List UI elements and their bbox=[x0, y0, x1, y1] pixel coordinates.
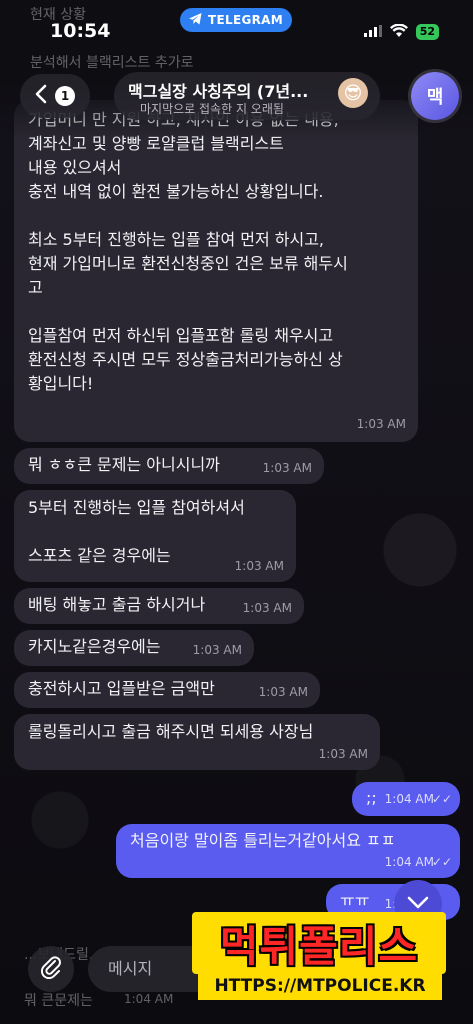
telegram-pill[interactable]: TELEGRAM bbox=[180, 8, 292, 32]
chevron-down-icon bbox=[407, 895, 429, 914]
message-text: 가입머니 만 지원 하고, 재사인 이용 없는 내용, 계좌신고 및 양빵 로얄… bbox=[28, 110, 348, 393]
paperclip-icon bbox=[40, 955, 62, 983]
chat-title-area[interactable]: 맥그실장 사칭주의 (7년... 마지막으로 접속한 지 오래됨 😎 bbox=[114, 72, 380, 120]
message-text: ㅠㅠ bbox=[340, 891, 370, 910]
message-text: 처음이랑 말이좀 틀리는거같아서요 ㅍㅍ bbox=[130, 831, 396, 850]
emoji-status-icon: 😎 bbox=[338, 78, 368, 108]
watermark-url: HTTPS://MTPOLICE.KR bbox=[198, 972, 442, 1000]
message-time: 1:03 AM bbox=[258, 685, 308, 699]
telegram-pill-label: TELEGRAM bbox=[208, 13, 283, 27]
chat-header: 1 맥그실장 사칭주의 (7년... 마지막으로 접속한 지 오래됨 😎 맥 bbox=[0, 66, 473, 126]
chevron-left-icon bbox=[35, 84, 47, 108]
watermark-logo: 먹튀폴리스 HTTPS://MTPOLICE.KR bbox=[192, 912, 446, 1024]
incoming-message[interactable]: 롤링돌리시고 출금 해주시면 되세용 사장님 1:03 AM bbox=[14, 714, 380, 770]
telegram-plane-icon bbox=[189, 12, 202, 28]
watermark-title: 먹튀폴리스 bbox=[192, 912, 446, 974]
status-icons: 52 bbox=[363, 22, 439, 41]
incoming-message[interactable]: 5부터 진행하는 입플 참여하셔서 스포츠 같은 경우에는 1:03 AM bbox=[14, 490, 296, 582]
back-button[interactable]: 1 bbox=[20, 74, 90, 118]
incoming-message[interactable]: 뭐 ㅎㅎ큰 문제는 아니시니까 1:03 AM bbox=[14, 448, 324, 484]
battery-indicator: 52 bbox=[415, 23, 439, 40]
message-text: 카지노같은경우에는 bbox=[28, 637, 161, 656]
outgoing-message[interactable]: 처음이랑 말이좀 틀리는거같아서요 ㅍㅍ 1:04 AM ✓✓ bbox=[116, 824, 460, 878]
message-time: 1:03 AM bbox=[192, 643, 242, 657]
attach-button[interactable] bbox=[28, 946, 74, 992]
chat-title: 맥그실장 사칭주의 (7년... bbox=[128, 82, 309, 101]
read-check-icon: ✓✓ bbox=[431, 792, 452, 806]
message-text: 5부터 진행하는 입플 참여하셔서 스포츠 같은 경우에는 bbox=[28, 498, 245, 565]
message-list[interactable]: 현재 상황 분석해서 블랙리스트 추가로 가입머니 만 지원 하고, 재사인 이… bbox=[0, 0, 473, 1024]
message-time: 1:04 AM bbox=[384, 792, 434, 806]
last-seen-status: 마지막으로 접속한 지 오래됨 bbox=[140, 102, 284, 116]
message-text: 롤링돌리시고 출금 해주시면 되세용 사장님 bbox=[28, 722, 314, 741]
status-bar: 10:54 TELEGRAM 52 bbox=[0, 0, 473, 46]
avatar[interactable]: 맥 bbox=[411, 72, 459, 120]
incoming-message[interactable]: 카지노같은경우에는 1:03 AM bbox=[14, 630, 254, 666]
read-check-icon: ✓✓ bbox=[431, 855, 452, 869]
message-text: 충전하시고 입플받은 금액만 bbox=[28, 679, 215, 698]
incoming-message[interactable]: 가입머니 만 지원 하고, 재사인 이용 없는 내용, 계좌신고 및 양빵 로얄… bbox=[14, 100, 418, 442]
message-time: 1:03 AM bbox=[234, 559, 284, 573]
message-text: 배팅 해놓고 출금 하시거나 bbox=[28, 595, 206, 614]
outgoing-message[interactable]: ;; 1:04 AM ✓✓ bbox=[352, 782, 460, 816]
message-time: 1:03 AM bbox=[356, 417, 406, 431]
incoming-message[interactable]: 배팅 해놓고 출금 하시거나 1:03 AM bbox=[14, 588, 304, 624]
unread-count-badge: 1 bbox=[55, 86, 75, 106]
message-text: ;; bbox=[366, 788, 377, 807]
message-text: 뭐 ㅎㅎ큰 문제는 아니시니까 bbox=[28, 455, 220, 474]
clock: 10:54 bbox=[50, 20, 111, 42]
message-time: 1:03 AM bbox=[318, 747, 368, 761]
wifi-icon bbox=[389, 22, 408, 41]
cellular-signal-icon bbox=[363, 22, 382, 41]
message-time: 1:03 AM bbox=[242, 601, 292, 615]
message-time: 1:04 AM bbox=[384, 855, 434, 869]
incoming-message[interactable]: 충전하시고 입플받은 금액만 1:03 AM bbox=[14, 672, 320, 708]
message-time: 1:03 AM bbox=[262, 461, 312, 475]
